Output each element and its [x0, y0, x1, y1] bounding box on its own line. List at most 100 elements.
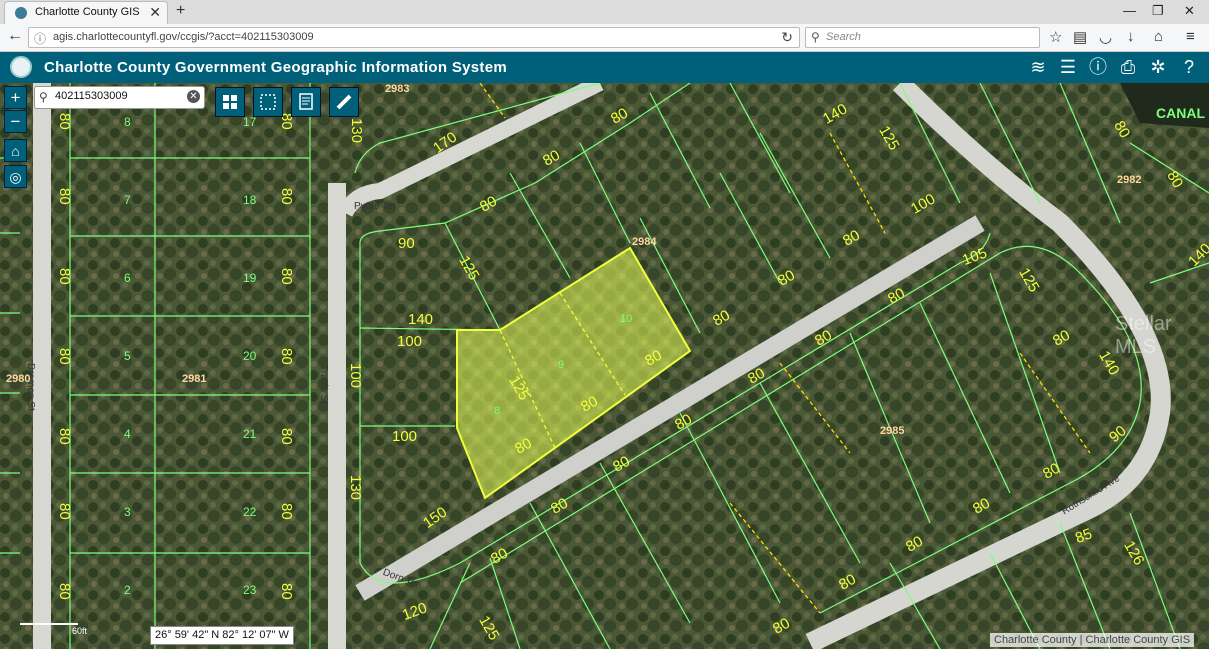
lot-number: 18: [243, 193, 257, 207]
url-bar[interactable]: ⓘ agis.charlottecountyfl.gov/ccgis/?acct…: [28, 27, 800, 48]
dimension-label: 80: [56, 583, 73, 600]
close-window-icon[interactable]: ✕: [1184, 3, 1195, 19]
parcel-search-input[interactable]: [55, 90, 185, 102]
close-tab-icon[interactable]: ✕: [149, 4, 161, 21]
dimension-label: 80: [56, 268, 73, 285]
dimension-label: 80: [1050, 326, 1073, 350]
menu-icon[interactable]: ≡: [1186, 28, 1195, 45]
dimension-label: 80: [672, 410, 695, 434]
bookmark-star-icon[interactable]: ☆: [1049, 28, 1062, 46]
lot-number: 2: [124, 583, 131, 597]
home-extent-button[interactable]: ⌂: [4, 139, 27, 162]
parcel-search-box[interactable]: ⚲ ✕: [34, 86, 205, 109]
reload-icon[interactable]: ↻: [781, 29, 793, 46]
dimension-label: 80: [278, 428, 295, 445]
help-icon[interactable]: ?: [1178, 56, 1200, 78]
selected-lot-number: 8: [494, 405, 501, 417]
lot-number: 20: [243, 349, 257, 363]
dimension-label: 80: [1163, 168, 1187, 191]
pocket-icon[interactable]: ◡: [1099, 28, 1112, 46]
layers-icon[interactable]: ≋: [1027, 56, 1049, 78]
coordinates-readout: 26° 59' 42" N 82° 12' 07" W: [150, 626, 294, 645]
dimension-label: 130: [347, 475, 364, 501]
print-icon[interactable]: ⎙: [1117, 56, 1139, 78]
dimension-label: 105: [960, 244, 990, 269]
document-icon: [299, 93, 313, 110]
dimension-label: 80: [548, 494, 571, 518]
block-label: 2981: [182, 373, 207, 385]
back-icon[interactable]: ←: [7, 27, 23, 45]
dimension-label: 120: [400, 599, 430, 624]
dimension-label: 80: [1110, 118, 1134, 141]
dashed-rectangle-icon: [260, 94, 276, 110]
info-icon[interactable]: ⓘ: [34, 30, 46, 47]
map-labels: Pyote Ter Travis St Dremon St Dorn Ter Roths…: [0, 83, 1209, 649]
dimension-label: 80: [278, 583, 295, 600]
dimension-label: 100: [397, 333, 423, 350]
zoom-in-button[interactable]: +: [4, 86, 27, 109]
block-label: 2984: [632, 236, 657, 248]
map-view[interactable]: Pyote Ter Travis St Dremon St Dorn Ter Roths…: [0, 83, 1209, 649]
lot-number: 4: [124, 427, 131, 441]
legend-list-icon[interactable]: ☰: [1057, 56, 1079, 78]
dimension-label: 125: [505, 373, 533, 404]
basemap-gallery-button[interactable]: [215, 87, 245, 117]
app-header: Charlotte County Government Geographic I…: [0, 52, 1209, 83]
restore-icon[interactable]: ❐: [1152, 3, 1164, 19]
dimension-label: 85: [1073, 525, 1095, 547]
dimension-label: 80: [56, 428, 73, 445]
zoom-out-button[interactable]: −: [4, 110, 27, 133]
browser-nav-bar: ← ⓘ agis.charlottecountyfl.gov/ccgis/?ac…: [0, 24, 1209, 52]
dimension-label: 80: [56, 113, 73, 130]
select-area-button[interactable]: [253, 87, 283, 117]
dimension-label: 80: [903, 532, 926, 556]
reading-list-icon[interactable]: ▤: [1073, 28, 1087, 46]
search-icon: ⚲: [811, 30, 820, 44]
dimension-label: 140: [408, 311, 434, 328]
dimension-label: 80: [488, 544, 511, 568]
dimension-label: 150: [420, 503, 451, 532]
dimension-label: 80: [770, 614, 793, 638]
dimension-label: 80: [540, 146, 563, 170]
report-button[interactable]: [291, 87, 321, 117]
browser-search-box[interactable]: ⚲ Search: [805, 27, 1040, 48]
browser-tab[interactable]: Charlotte County GIS ✕: [4, 1, 168, 24]
dimension-label: 80: [840, 226, 863, 250]
app-title: Charlotte County Government Geographic I…: [44, 59, 507, 76]
info-circle-icon[interactable]: ⓘ: [1087, 56, 1109, 78]
dimension-label: 80: [278, 188, 295, 205]
locate-button[interactable]: ◎: [4, 165, 27, 188]
new-tab-icon[interactable]: +: [176, 2, 185, 20]
scale-label: 60ft: [72, 626, 88, 636]
clear-search-icon[interactable]: ✕: [187, 90, 200, 103]
dimension-label: 170: [430, 128, 461, 157]
dimension-label: 140: [1185, 240, 1209, 271]
url-text: agis.charlottecountyfl.gov/ccgis/?acct=4…: [53, 31, 314, 43]
settings-icon[interactable]: ✲: [1147, 56, 1169, 78]
selected-lot-number: 9: [558, 359, 565, 371]
county-logo: [10, 56, 32, 78]
lot-number: 3: [124, 505, 131, 519]
dimension-label: 140: [820, 100, 851, 128]
dimension-label: 80: [512, 434, 535, 458]
dimension-label: 80: [608, 104, 631, 128]
block-label: 2985: [880, 425, 905, 437]
minimize-icon[interactable]: —: [1123, 3, 1136, 18]
lot-number: 5: [124, 349, 131, 363]
home-icon[interactable]: ⌂: [1154, 28, 1163, 45]
measure-button[interactable]: [329, 87, 359, 117]
dimension-label: 100: [392, 428, 418, 445]
dimension-label: 80: [610, 452, 633, 476]
dimension-label: 126: [1120, 538, 1148, 569]
scale-bar: [20, 623, 78, 633]
dimension-label: 80: [642, 346, 665, 370]
lot-number: 22: [243, 505, 257, 519]
dimension-label: 125: [1015, 265, 1043, 296]
dimension-label: 125: [875, 123, 903, 154]
tab-title: Charlotte County GIS: [35, 6, 140, 18]
lot-number: 19: [243, 271, 257, 285]
dimension-label: 80: [56, 188, 73, 205]
watermark: Stellar MLS: [1115, 313, 1172, 358]
download-icon[interactable]: ↓: [1127, 28, 1135, 45]
dimension-label: 80: [278, 348, 295, 365]
